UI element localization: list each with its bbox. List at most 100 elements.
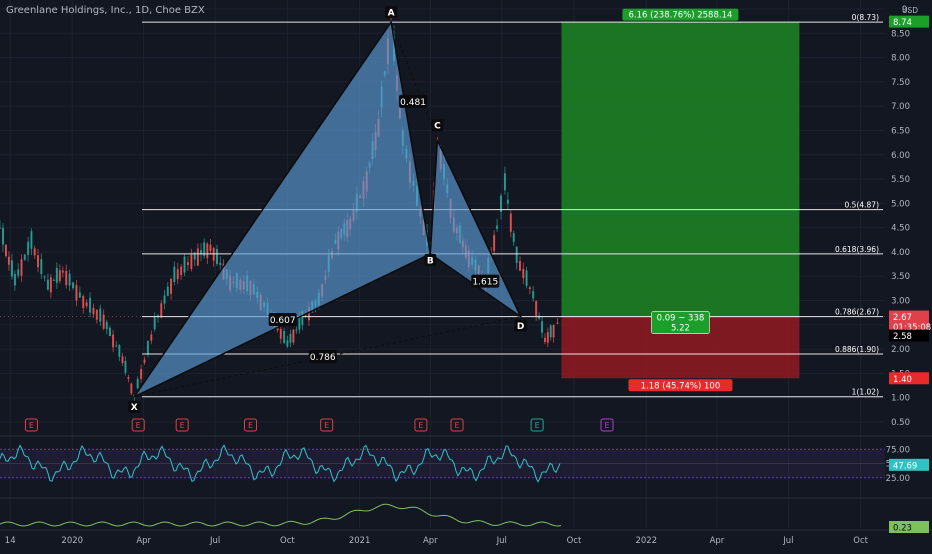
- candle-body: [286, 340, 289, 347]
- y-tick-label: 4.50: [891, 224, 910, 234]
- candle-body: [215, 249, 218, 265]
- candle-body: [163, 295, 166, 304]
- candle-body: [143, 359, 146, 363]
- x-tick-label: 14: [5, 536, 16, 546]
- y-tick-label: 6.50: [891, 126, 910, 136]
- candle-body: [146, 340, 149, 354]
- candle-body: [552, 325, 555, 338]
- fib-level-label: 0(8.73): [852, 13, 879, 22]
- candle-body: [124, 360, 127, 373]
- chart-title: Greenlane Holdings, Inc., 1D, Choe BZX: [6, 5, 205, 16]
- candle-body: [515, 246, 518, 263]
- price-tag-text: 8.74: [893, 18, 912, 28]
- candle-body: [7, 256, 10, 265]
- candle-body: [549, 325, 552, 338]
- earnings-marker: E: [131, 418, 145, 432]
- candle-body: [0, 227, 1, 229]
- candle-body: [173, 266, 176, 282]
- pattern-point-a: A: [385, 6, 398, 19]
- candle-body: [92, 307, 95, 315]
- candle-body: [58, 270, 61, 282]
- earnings-marker: E: [24, 418, 38, 432]
- pattern-point-d: D: [514, 319, 527, 332]
- rsi-current-tag: 47.69: [889, 458, 929, 471]
- candle-body: [532, 291, 535, 299]
- pattern-ratio-label: 1.615: [472, 278, 498, 288]
- x-tick-label: 2021: [349, 536, 371, 546]
- candle-body: [556, 322, 559, 324]
- earnings-marker-label: E: [418, 421, 423, 430]
- y-tick-label: 4.00: [891, 248, 910, 258]
- profit-zone: [561, 21, 800, 317]
- x-tick-label: 2022: [635, 536, 657, 546]
- candle-body: [150, 334, 153, 341]
- candle-body: [196, 248, 199, 266]
- fib-level-label: 0.618(3.96): [835, 245, 879, 254]
- candle-body: [509, 213, 512, 232]
- price-tag: 1.40: [889, 372, 929, 385]
- candle-body: [65, 270, 68, 286]
- y-tick-label: 6.00: [891, 151, 910, 161]
- x-tick-label: Apr: [423, 536, 438, 546]
- candle-body: [506, 199, 509, 204]
- currency-label: USD: [902, 6, 918, 15]
- candle-body: [279, 328, 282, 339]
- candle-body: [55, 267, 58, 283]
- x-tick-label: Oct: [853, 536, 868, 546]
- candle-body: [30, 231, 33, 249]
- candle-body: [160, 303, 163, 318]
- fib-level-label: 0.786(2.67): [835, 308, 879, 317]
- candle-body: [525, 270, 528, 286]
- pattern-ratio: 0.481: [399, 94, 428, 108]
- rsi-tick-label: 25.00: [886, 474, 910, 484]
- pattern-ratio-label: 0.481: [400, 98, 426, 108]
- chart-svg[interactable]: 0(8.73) 0.5(4.87) 0.618(3.96) 0.786(2.67) 0.…: [0, 0, 932, 550]
- indicator-current-tag: 0.23: [889, 521, 929, 534]
- candle-body: [99, 308, 102, 322]
- price-tag-text: 1.40: [893, 375, 912, 385]
- candle-body: [166, 286, 169, 296]
- x-tick-label: 2020: [61, 536, 83, 546]
- pattern-ratio: 0.786: [308, 349, 337, 363]
- pattern-ratio-label: 0.786: [310, 353, 336, 363]
- candle-body: [68, 273, 71, 286]
- candle-body: [535, 301, 538, 316]
- x-tick-label: Oct: [280, 536, 295, 546]
- y-tick-label: 8.00: [891, 54, 910, 64]
- pattern-point-label: B: [427, 256, 434, 266]
- candle-body: [85, 302, 88, 307]
- candle-body: [496, 225, 499, 229]
- candle-body: [543, 337, 546, 342]
- candle-body: [206, 243, 209, 259]
- candle-body: [295, 329, 298, 331]
- y-tick-label: 8.50: [891, 29, 910, 39]
- candle-body: [75, 285, 78, 301]
- candle-body: [193, 252, 196, 260]
- y-tick-label: 7.50: [891, 78, 910, 88]
- candle-body: [493, 235, 496, 251]
- candle-body: [136, 378, 139, 389]
- pattern-point-label: A: [388, 9, 395, 19]
- pattern-point-label: D: [517, 322, 524, 332]
- y-tick-label: 5.00: [891, 199, 910, 209]
- earnings-marker: E: [244, 418, 258, 432]
- candle-body: [283, 330, 286, 343]
- indicator-line: [0, 503, 562, 527]
- y-tick-label: 3.00: [891, 297, 910, 307]
- candle-body: [118, 345, 121, 357]
- pattern-point-x: X: [128, 400, 141, 413]
- candle-body: [78, 292, 81, 298]
- x-tick-label: Jul: [209, 536, 220, 546]
- candle-body: [1, 227, 4, 245]
- candle-body: [33, 248, 36, 256]
- candle-body: [519, 261, 522, 271]
- target-label-text: 6.16 (238.76%) 2588.14: [628, 11, 732, 21]
- y-tick-label: 0.50: [891, 418, 910, 428]
- pattern-point-label: X: [131, 403, 138, 413]
- x-tick-label: Apr: [710, 536, 725, 546]
- price-tag: 8.74: [889, 15, 929, 28]
- earnings-marker: E: [414, 418, 428, 432]
- candle-body: [176, 269, 179, 280]
- pattern-ratio: 0.607: [268, 312, 297, 326]
- candle-body: [186, 262, 189, 266]
